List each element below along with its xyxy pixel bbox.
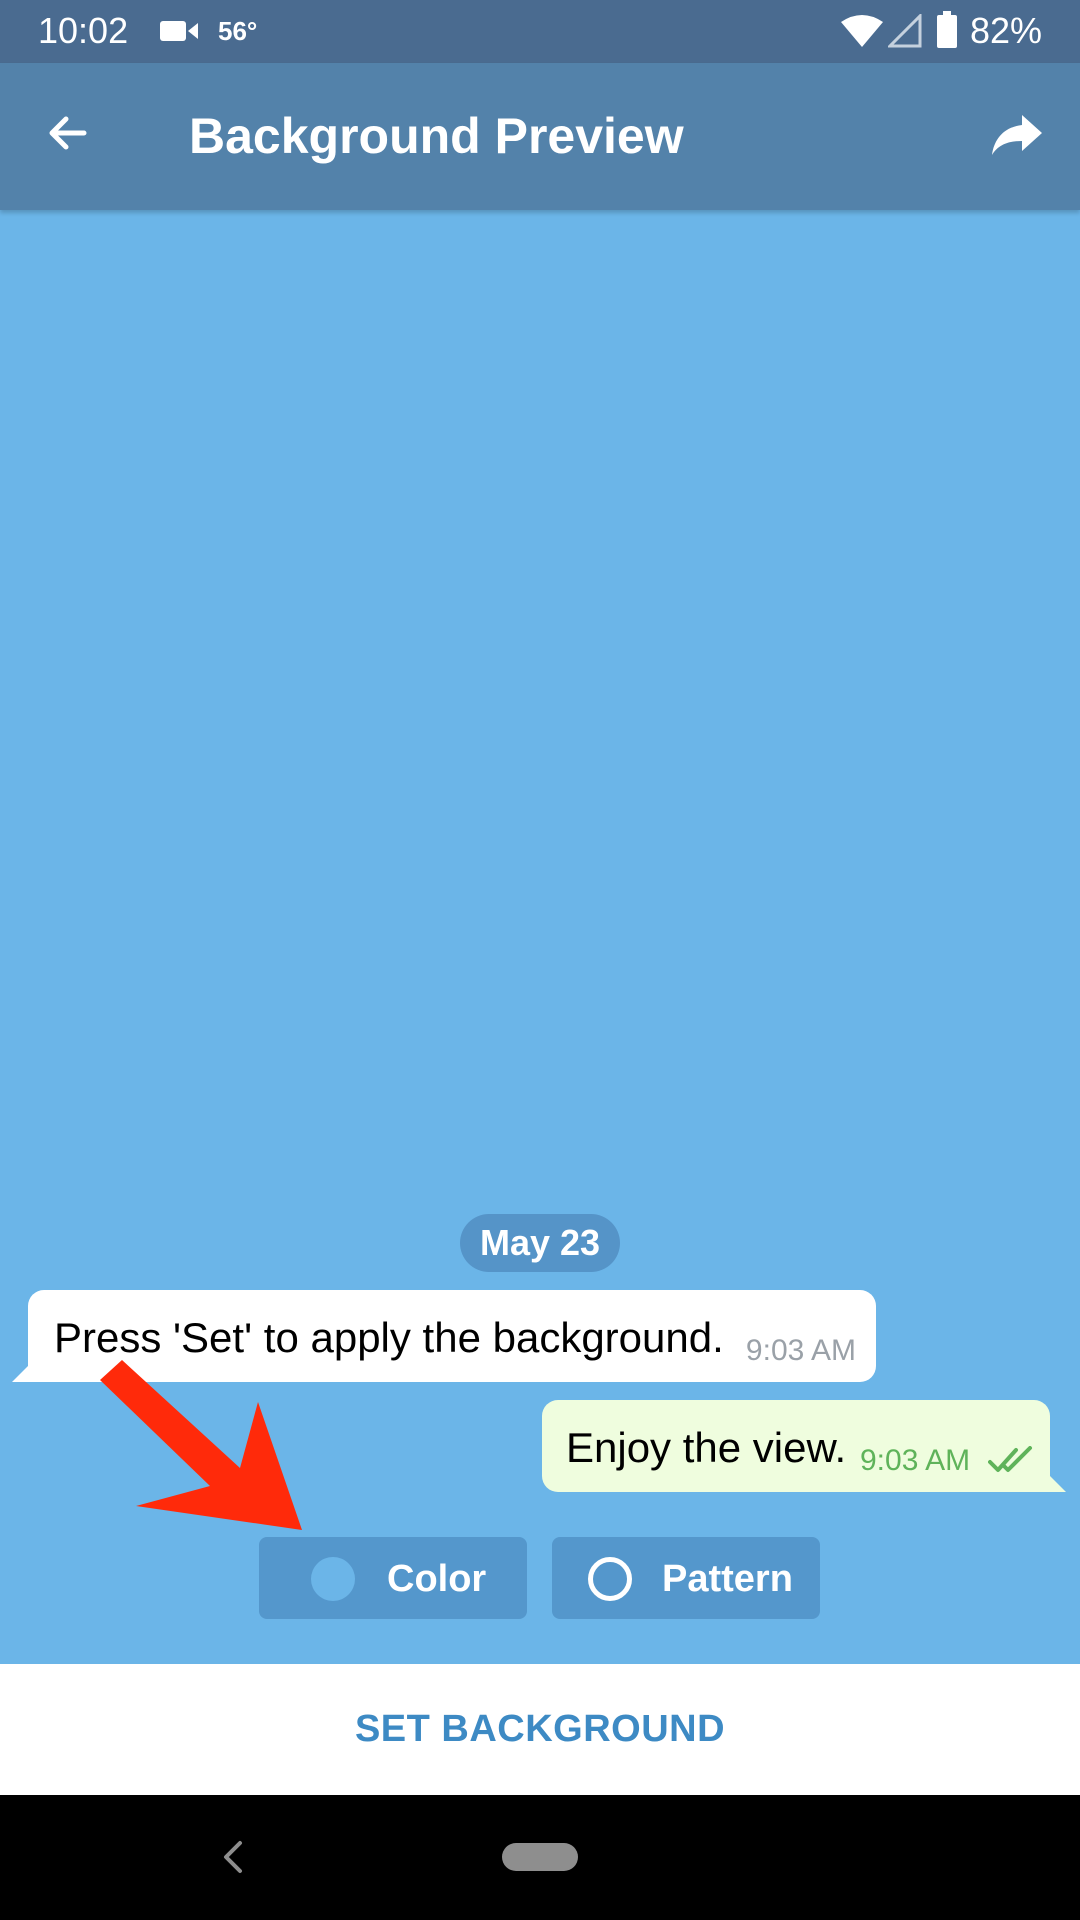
bottom-panel: SET BACKGROUND: [0, 1664, 1080, 1795]
color-option-label: Color: [387, 1558, 487, 1600]
video-camera-icon: [160, 19, 200, 48]
status-time: 10:02: [38, 10, 129, 51]
battery-percentage: 82%: [970, 10, 1043, 51]
status-temperature: 56°: [218, 16, 258, 46]
outgoing-message: Enjoy the view. 9:03 AM: [542, 1400, 1066, 1492]
pattern-option-button[interactable]: Pattern: [552, 1537, 820, 1619]
nav-back-icon[interactable]: [220, 1837, 246, 1882]
signal-icon: [886, 12, 922, 53]
back-arrow-icon[interactable]: [44, 109, 92, 162]
annotation-arrow-icon: [90, 1360, 320, 1545]
wifi-icon: [840, 14, 884, 53]
status-bar: 10:02 56° 82%: [0, 0, 1080, 63]
pattern-radio-icon: [588, 1557, 632, 1601]
message-text: Press 'Set' to apply the background.: [54, 1314, 724, 1361]
navigation-bar: [0, 1795, 1080, 1920]
set-background-button[interactable]: SET BACKGROUND: [0, 1664, 1080, 1795]
battery-icon: [936, 11, 958, 54]
share-icon[interactable]: [990, 113, 1044, 162]
pattern-option-label: Pattern: [662, 1558, 793, 1600]
message-time: 9:03 AM: [745, 1334, 856, 1367]
double-check-icon: [988, 1446, 1034, 1479]
app-bar: Background Preview: [0, 63, 1080, 210]
color-swatch-icon: [311, 1557, 355, 1601]
message-time: 9:03 AM: [860, 1444, 971, 1477]
color-option-button[interactable]: Color: [259, 1537, 527, 1619]
page-title: Background Preview: [189, 108, 684, 164]
message-text: Enjoy the view.: [566, 1424, 847, 1471]
home-pill-icon[interactable]: [502, 1843, 578, 1871]
date-separator: May 23: [460, 1214, 620, 1272]
